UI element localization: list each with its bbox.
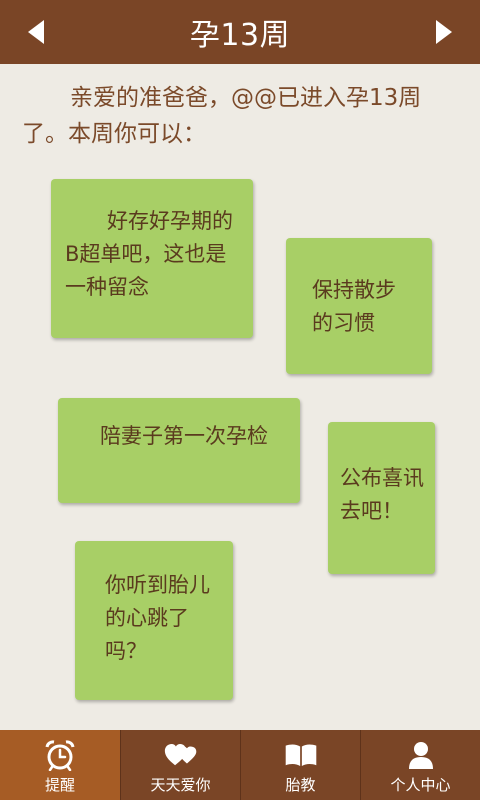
note-text: 保持散步的习惯 [312,278,396,335]
next-week-button[interactable] [430,17,458,47]
note-text: 陪妻子第一次孕检 [100,424,268,448]
note-card[interactable]: 保持散步的习惯 [286,238,432,374]
user-icon [404,739,438,771]
tab-reminder[interactable]: 提醒 [0,730,120,800]
tab-personal-center[interactable]: 个人中心 [360,730,480,800]
note-card[interactable]: 你听到胎儿的心跳了吗？ [75,541,233,700]
prev-week-button[interactable] [22,17,50,47]
tab-label: 胎教 [285,776,316,794]
hearts-icon [164,739,198,771]
note-card[interactable]: 公布喜讯去吧！ [328,422,435,574]
note-text: 好存好孕期的B超单吧，这也是一种留念 [65,209,233,299]
book-icon [284,739,318,771]
tab-label: 天天爱你 [150,776,211,794]
note-card[interactable]: 好存好孕期的B超单吧，这也是一种留念 [51,179,253,338]
note-text: 公布喜讯去吧！ [340,466,424,523]
tab-prenatal-education[interactable]: 胎教 [240,730,360,800]
tab-label: 个人中心 [390,776,451,794]
note-card[interactable]: 陪妻子第一次孕检 [58,398,300,503]
intro-text: 亲爱的准爸爸，@@已进入孕13周了。本周你可以： [22,85,422,147]
tab-label: 提醒 [44,776,75,794]
chevron-right-icon [436,20,452,44]
tab-love-daily[interactable]: 天天爱你 [120,730,240,800]
note-text: 你听到胎儿的心跳了吗？ [105,573,210,663]
bottom-tab-bar: 提醒 天天爱你 胎教 个人中心 [0,730,480,800]
top-bar: 孕13周 [0,0,480,64]
alarm-clock-icon [43,739,77,771]
page-title: 孕13周 [189,18,291,53]
chevron-left-icon [28,20,44,44]
